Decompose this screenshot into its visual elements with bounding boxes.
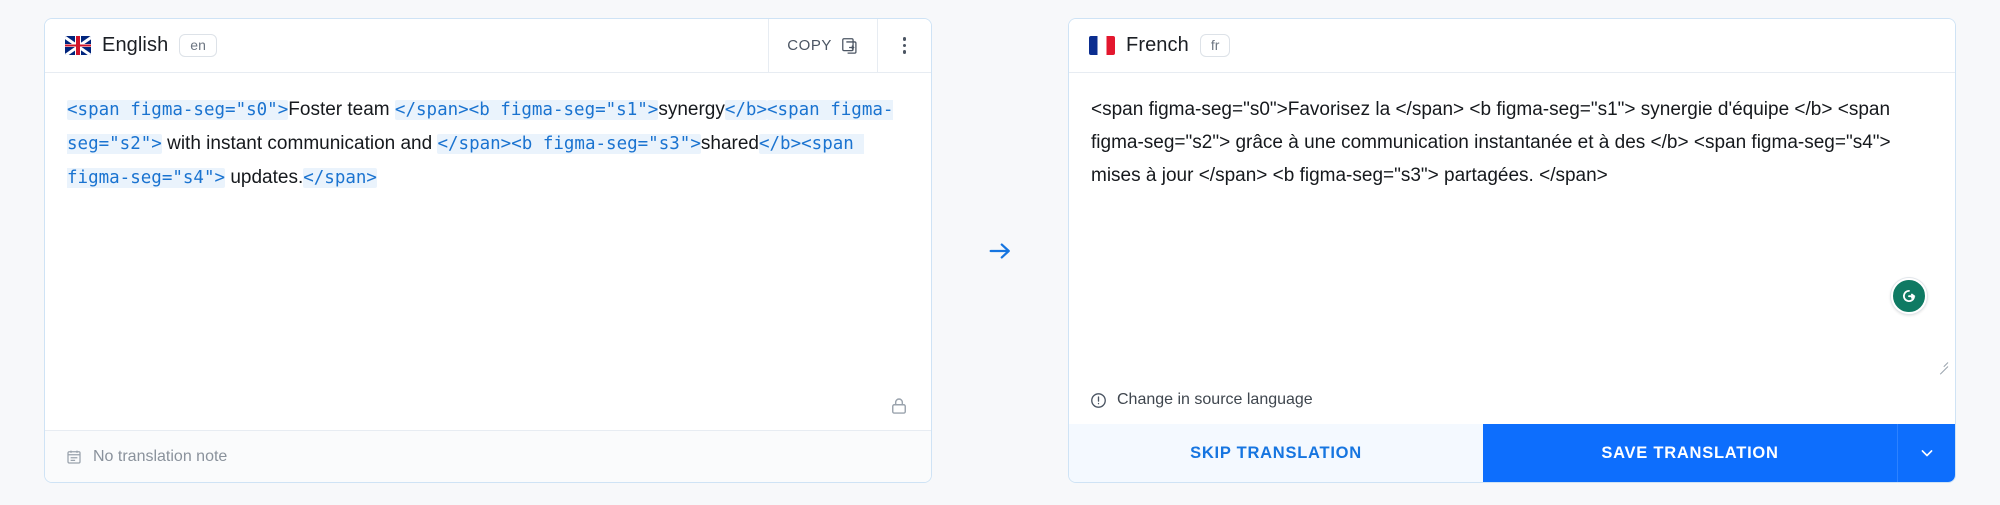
target-language-code: fr: [1200, 34, 1231, 57]
source-plain-text: shared: [701, 133, 759, 154]
skip-translation-button[interactable]: SKIP TRANSLATION: [1069, 424, 1483, 482]
resize-grip[interactable]: [1936, 357, 1948, 369]
source-markup-tag: </span>: [303, 168, 377, 188]
source-markup-tag: </b>: [725, 100, 767, 120]
flag-gb-icon: [65, 36, 91, 55]
kebab-dot-2: [903, 44, 907, 48]
target-panel-header: French fr: [1069, 19, 1955, 73]
warning-circle-icon: [1089, 391, 1108, 410]
source-text-editor[interactable]: <span figma-seg="s0">Foster team </span>…: [45, 73, 931, 430]
grammarly-icon[interactable]: [1891, 278, 1927, 314]
source-more-menu-button[interactable]: [877, 19, 931, 73]
source-language-name: English: [102, 34, 168, 57]
kebab-dot-3: [903, 50, 907, 54]
translation-editor-root: English en COPY <span figma-seg="s0">Fos…: [0, 0, 2000, 505]
save-translation-button[interactable]: SAVE TRANSLATION: [1483, 424, 1897, 482]
source-panel-header: English en COPY: [45, 19, 931, 73]
source-markup-tag: </span><b figma-seg="s3">: [437, 134, 700, 154]
copy-to-clipboard-icon: [840, 36, 859, 55]
source-panel: English en COPY <span figma-seg="s0">Fos…: [44, 18, 932, 483]
grammarly-glyph: [1898, 285, 1920, 307]
direction-arrow-container: [932, 18, 1068, 483]
target-text-content: <span figma-seg="s0">Favorisez la </span…: [1091, 93, 1933, 192]
copy-button[interactable]: COPY: [768, 19, 877, 73]
lock-icon: [889, 396, 909, 416]
target-text-editor[interactable]: <span figma-seg="s0">Favorisez la </span…: [1069, 73, 1955, 376]
source-text-content: <span figma-seg="s0">Foster team </span>…: [67, 93, 909, 195]
target-actions: SKIP TRANSLATION SAVE TRANSLATION: [1069, 424, 1955, 482]
source-plain-text: with instant communication and: [162, 133, 438, 154]
arrow-right-icon: [986, 237, 1014, 265]
target-panel: French fr <span figma-seg="s0">Favorisez…: [1068, 18, 1956, 483]
chevron-down-icon: [1917, 443, 1937, 463]
source-markup-tag: <span figma-seg="s0">: [67, 100, 288, 120]
source-panel-footer: No translation note: [45, 430, 931, 482]
source-markup-tag: </span><b figma-seg="s1">: [395, 100, 658, 120]
note-icon: [65, 448, 83, 466]
source-change-status-label: Change in source language: [1117, 391, 1313, 409]
flag-fr-icon: [1089, 36, 1115, 55]
source-plain-text: Foster team: [288, 99, 395, 120]
source-language-code: en: [179, 34, 217, 57]
source-change-status: Change in source language: [1069, 376, 1955, 424]
save-options-button[interactable]: [1897, 424, 1955, 482]
kebab-menu-icon: [903, 37, 907, 41]
no-translation-note-label: No translation note: [93, 448, 227, 466]
source-plain-text: updates.: [225, 167, 303, 188]
copy-button-label: COPY: [787, 37, 832, 54]
target-language-name: French: [1126, 34, 1189, 57]
source-plain-text: synergy: [658, 99, 725, 120]
